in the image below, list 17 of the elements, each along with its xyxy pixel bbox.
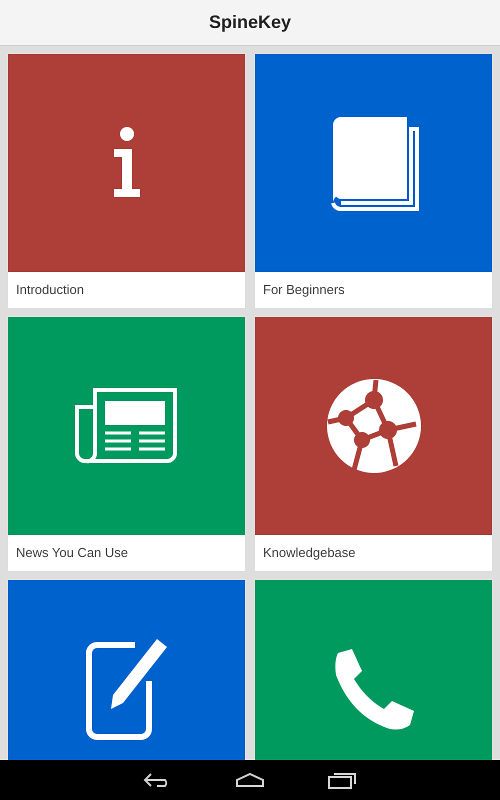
- tile[interactable]: [8, 54, 245, 272]
- globe-icon: [326, 378, 422, 474]
- tile-label[interactable]: Knowledgebase: [255, 535, 492, 571]
- newspaper-icon: [74, 387, 178, 465]
- tile[interactable]: [8, 580, 245, 760]
- tile-label[interactable]: For Beginners: [255, 272, 492, 308]
- tile-label[interactable]: News You Can Use: [8, 535, 245, 571]
- pencil-pad-icon: [84, 637, 168, 741]
- tile-label[interactable]: Introduction: [8, 272, 245, 308]
- recents-icon[interactable]: [327, 771, 357, 789]
- tile[interactable]: [255, 317, 492, 535]
- book-icon: [328, 115, 418, 211]
- app-title: SpineKey: [208, 11, 292, 34]
- tile[interactable]: [8, 317, 245, 535]
- tile[interactable]: [255, 580, 492, 760]
- home-icon[interactable]: [235, 772, 265, 788]
- tile[interactable]: [255, 54, 492, 272]
